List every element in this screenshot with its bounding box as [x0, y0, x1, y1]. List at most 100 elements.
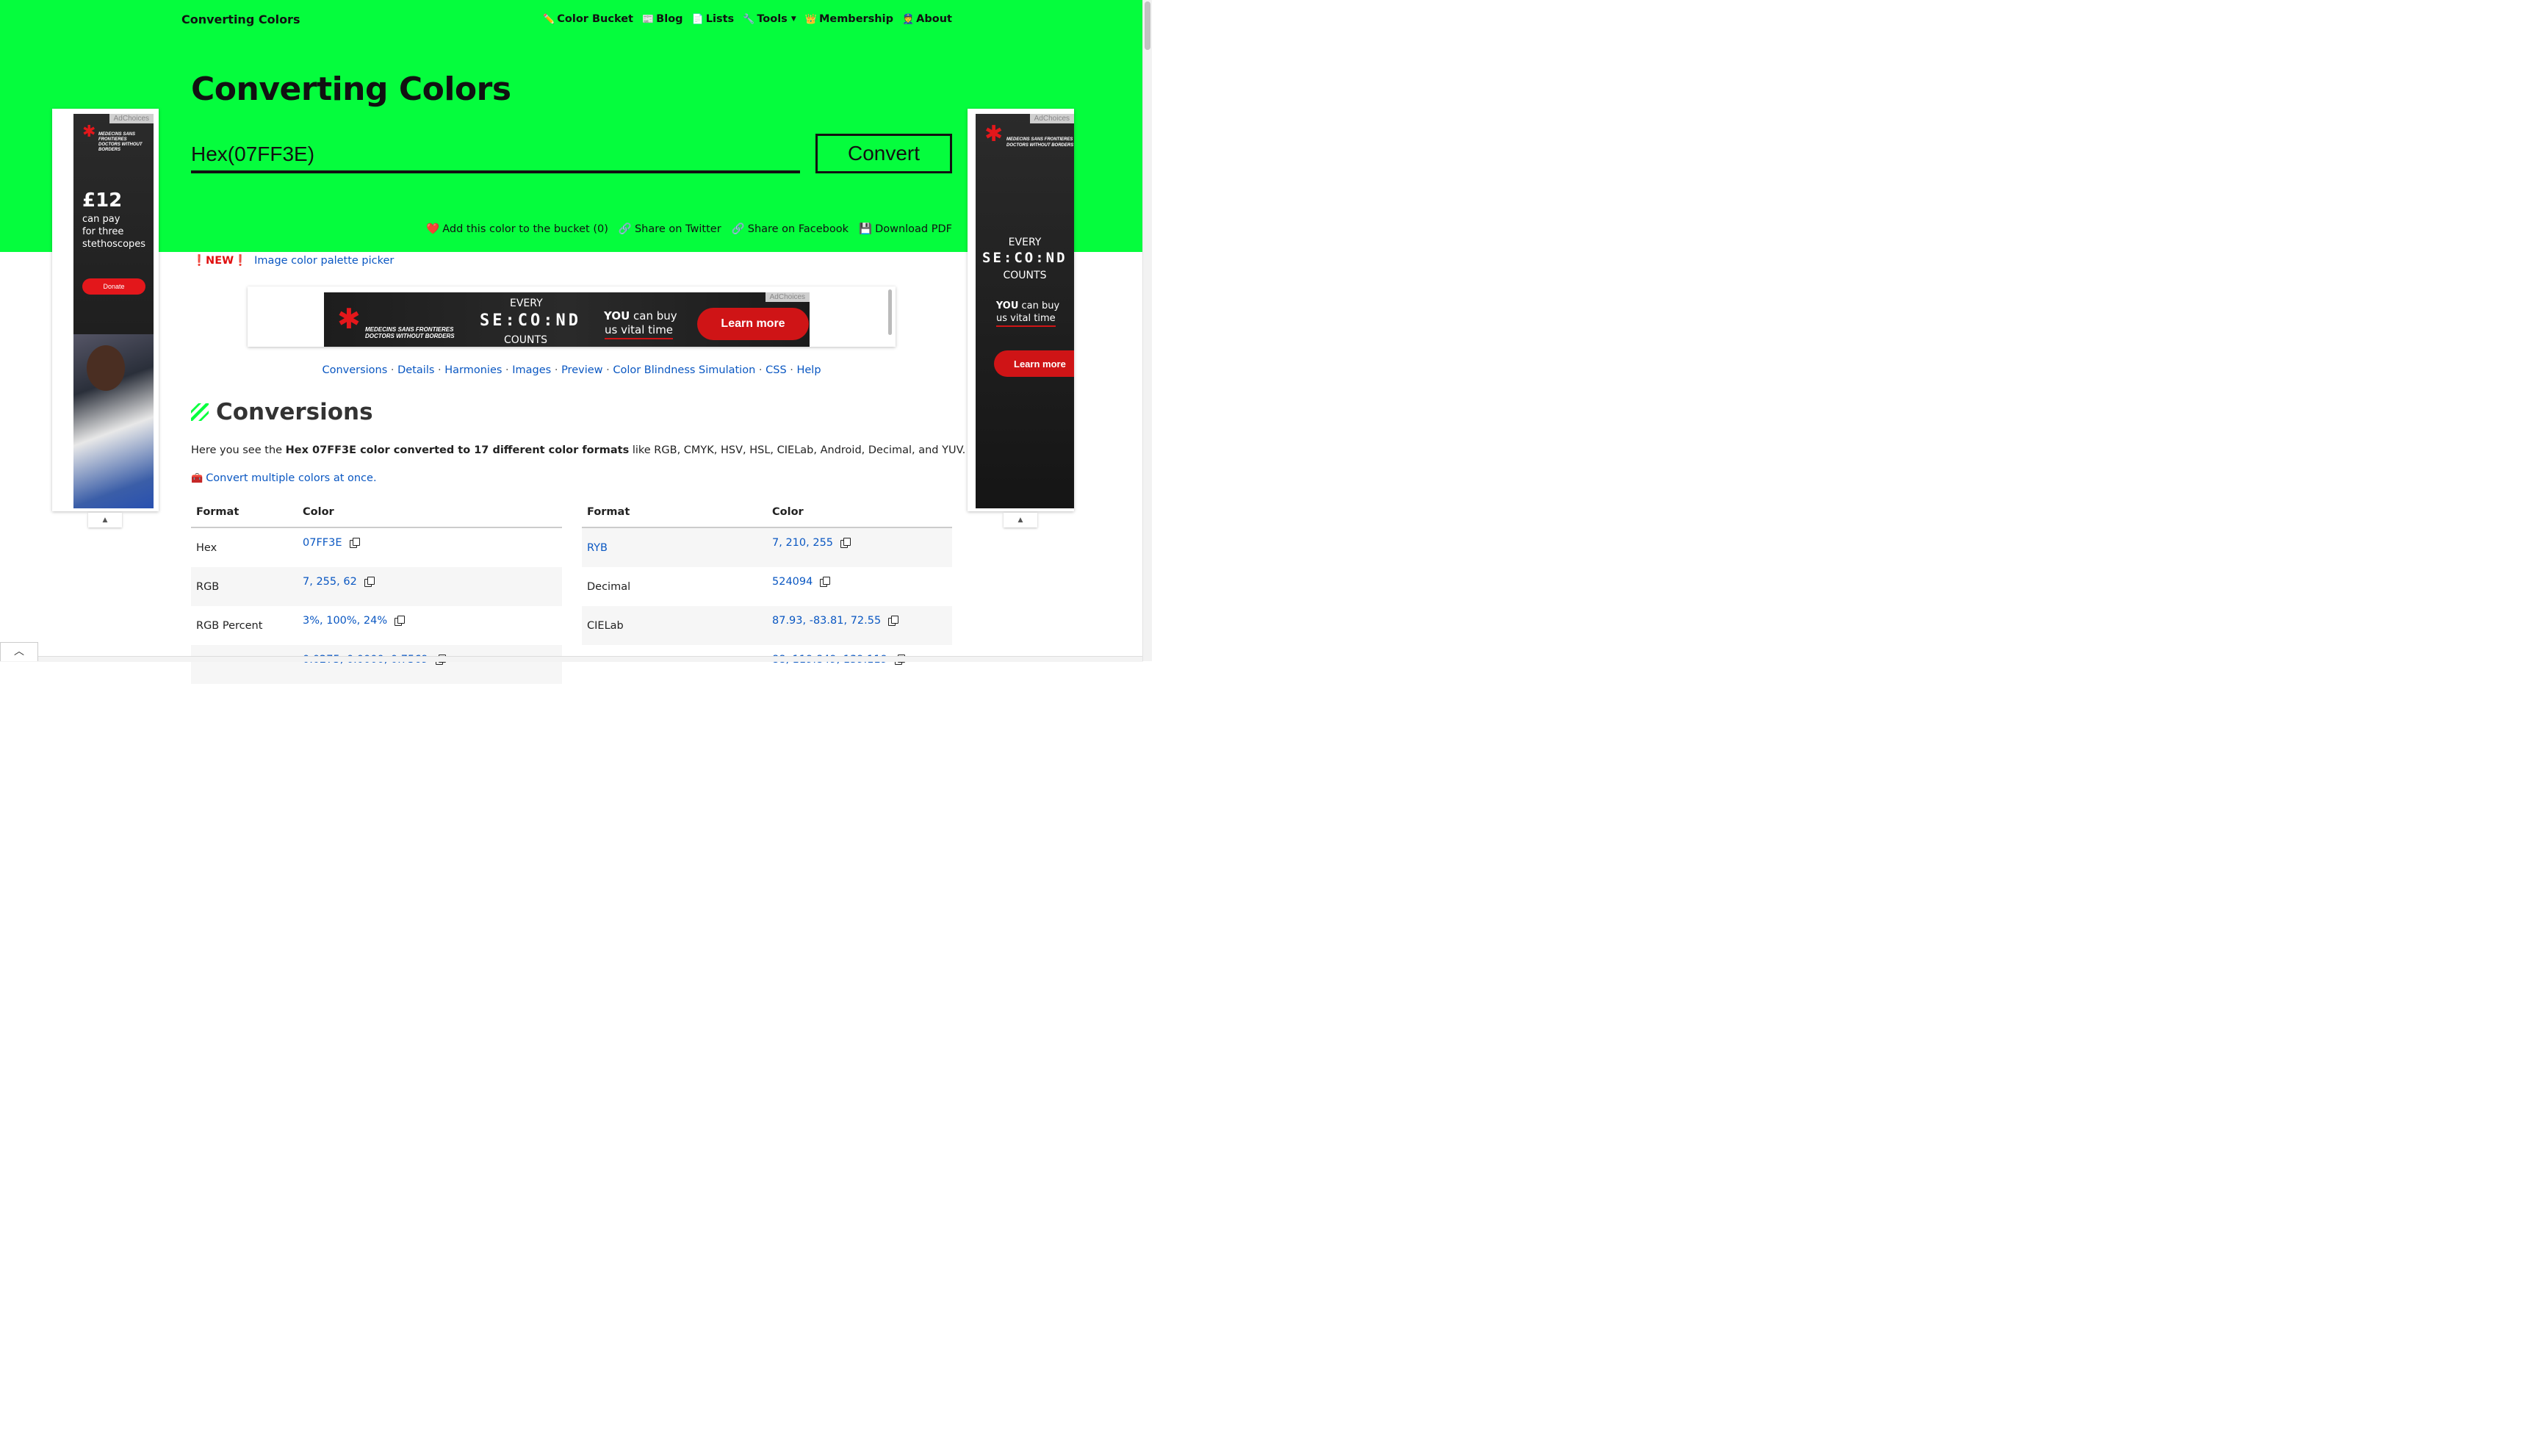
color-value-link[interactable]: 7, 255, 62 [303, 576, 357, 588]
color-value-link[interactable]: 07FF3E [303, 537, 342, 549]
page-scrollbar[interactable] [1142, 0, 1152, 661]
format-cell: RYB [582, 527, 767, 567]
donate-button[interactable]: Donate [82, 278, 145, 295]
convert-multiple-link[interactable]: Convert multiple colors at once. [206, 472, 376, 484]
floppy-icon: 💾 [859, 223, 873, 235]
nav-about[interactable]: 👮 About [902, 13, 952, 25]
nav-label: Tools [757, 13, 788, 25]
table-row: Decimal 524094 [582, 567, 952, 606]
table-row: RYB 7, 210, 255 [582, 527, 952, 567]
nav-label: Blog [656, 13, 683, 25]
adchoices-label[interactable]: AdChoices [765, 292, 810, 302]
right-ad-collapse-button[interactable]: ▲ [1004, 513, 1037, 527]
value-cell: 87.93, -83.81, 72.55 [767, 606, 952, 645]
copy-icon[interactable] [364, 576, 375, 587]
header-format: Format [191, 497, 298, 528]
value-cell: 524094 [767, 567, 952, 606]
convert-button[interactable]: Convert [815, 134, 952, 173]
scrollbar-thumb[interactable] [1145, 1, 1150, 50]
ad-can-buy: can buy [633, 309, 677, 322]
left-ad-collapse-button[interactable]: ▲ [88, 513, 122, 527]
table-header: Format Color [191, 497, 562, 528]
ad-line-2: for three [82, 226, 124, 237]
conversions-heading: Conversions [191, 399, 373, 425]
ad-you: YOU can buy [604, 309, 677, 322]
copy-icon[interactable] [349, 537, 360, 548]
nav-color-bucket[interactable]: ✏️ Color Bucket [543, 13, 633, 25]
nav-lists[interactable]: 📄 Lists [692, 13, 735, 25]
left-ad[interactable]: AdChoices ✱ MEDECINS SANS FRONTIERES DOC… [73, 114, 154, 508]
color-value-link[interactable]: 524094 [772, 576, 813, 588]
jump-color-blindness[interactable]: Color Blindness Simulation [613, 364, 755, 376]
banner-ad-scroll[interactable] [888, 289, 892, 335]
jump-preview[interactable]: Preview [561, 364, 602, 376]
nav-label: Color Bucket [557, 13, 633, 25]
ad-can-buy: can buy [1021, 300, 1060, 311]
jump-details[interactable]: Details [397, 364, 434, 376]
ad-org-name: MEDECINS SANS FRONTIERES DOCTORS WITHOUT… [98, 132, 143, 152]
main-nav: ✏️ Color Bucket 📰 Blog 📄 Lists 🔧 Tools ▼ 👑 Mem… [543, 13, 952, 25]
ryb-format-link[interactable]: RYB [587, 542, 608, 554]
value-cell: 7, 255, 62 [298, 567, 562, 606]
value-cell: 0.0275, 0.0000, 0.7569 [298, 645, 562, 684]
value-cell: 7, 210, 255 [767, 527, 952, 567]
nav-tools[interactable]: 🔧 Tools ▼ [743, 13, 796, 25]
share-facebook-link[interactable]: 🔗 Share on Facebook [732, 223, 849, 236]
pencil-icon: ✏️ [543, 13, 555, 25]
palette-picker-link[interactable]: Image color palette picker [254, 255, 394, 267]
share-twitter-link[interactable]: 🔗 Share on Twitter [619, 223, 721, 236]
format-cell [582, 645, 767, 684]
nav-label: Lists [705, 13, 735, 25]
table-row: 0.0275, 0.0000, 0.7569 [191, 645, 562, 684]
value-cell: 3%, 100%, 24% [298, 606, 562, 645]
nav-membership[interactable]: 👑 Membership [805, 13, 893, 25]
jump-conversions[interactable]: Conversions [322, 364, 387, 376]
download-pdf-link[interactable]: 💾 Download PDF [859, 223, 952, 236]
ad-counts: COUNTS [504, 334, 547, 346]
copy-icon[interactable] [395, 615, 406, 626]
bottom-bar [0, 656, 1143, 662]
color-input[interactable] [191, 138, 800, 173]
adchoices-label[interactable]: AdChoices [1029, 114, 1074, 123]
table-row: RGB Percent 3%, 100%, 24% [191, 606, 562, 645]
right-ad[interactable]: AdChoices ✱ MEDECINS SANS FRONTIERES DOC… [976, 114, 1074, 508]
newspaper-icon: 📰 [641, 13, 655, 25]
intro-text-start: Here you see the [191, 444, 286, 456]
copy-icon[interactable] [888, 615, 899, 626]
header-color: Color [298, 497, 562, 528]
adchoices-label[interactable]: AdChoices [109, 114, 154, 123]
wrench-icon: 🔧 [743, 13, 755, 25]
nav-blog[interactable]: 📰 Blog [642, 13, 683, 25]
msf-logo-icon: ✱ [82, 123, 96, 141]
table-row: Hex 07FF3E [191, 527, 562, 567]
toolbox-icon: 🧰 [191, 472, 203, 484]
format-cell: RGB [191, 567, 298, 606]
table-row: RGB 7, 255, 62 [191, 567, 562, 606]
ad-line-3: stethoscopes [82, 239, 146, 250]
copy-icon[interactable] [820, 576, 831, 587]
table-row: CIELab 87.93, -83.81, 72.55 [582, 606, 952, 645]
officer-icon: 👮 [901, 13, 915, 25]
ad-second: SE:CO:ND [982, 250, 1067, 266]
header-color: Color [767, 497, 952, 528]
learn-more-button[interactable]: Learn more [697, 308, 809, 340]
banner-ad[interactable]: AdChoices ✱ MEDECINS SANS FRONTIERES DOC… [324, 292, 810, 347]
intro-text-end: like RGB, CMYK, HSV, HSL, CIELab, Androi… [629, 444, 966, 456]
ad-vital: us vital time [605, 323, 674, 339]
site-logo[interactable]: Converting Colors [181, 12, 300, 26]
jump-images[interactable]: Images [512, 364, 551, 376]
nav-label: About [916, 13, 952, 25]
crown-icon: 👑 [804, 13, 817, 25]
color-value-link[interactable]: 3%, 100%, 24% [303, 615, 387, 627]
action-label: Share on Facebook [747, 223, 849, 235]
color-value-link[interactable]: 7, 210, 255 [772, 537, 833, 549]
new-badge: ❗NEW❗ [192, 255, 248, 267]
color-value-link[interactable]: 87.93, -83.81, 72.55 [772, 615, 881, 627]
jump-css[interactable]: CSS [766, 364, 787, 376]
jump-harmonies[interactable]: Harmonies [444, 364, 502, 376]
add-to-bucket-link[interactable]: ❤️ Add this color to the bucket (0) [426, 223, 608, 236]
jump-help[interactable]: Help [796, 364, 821, 376]
copy-icon[interactable] [840, 537, 851, 548]
back-to-top-button[interactable]: ︿ [0, 642, 38, 661]
nav-label: Membership [818, 13, 893, 25]
